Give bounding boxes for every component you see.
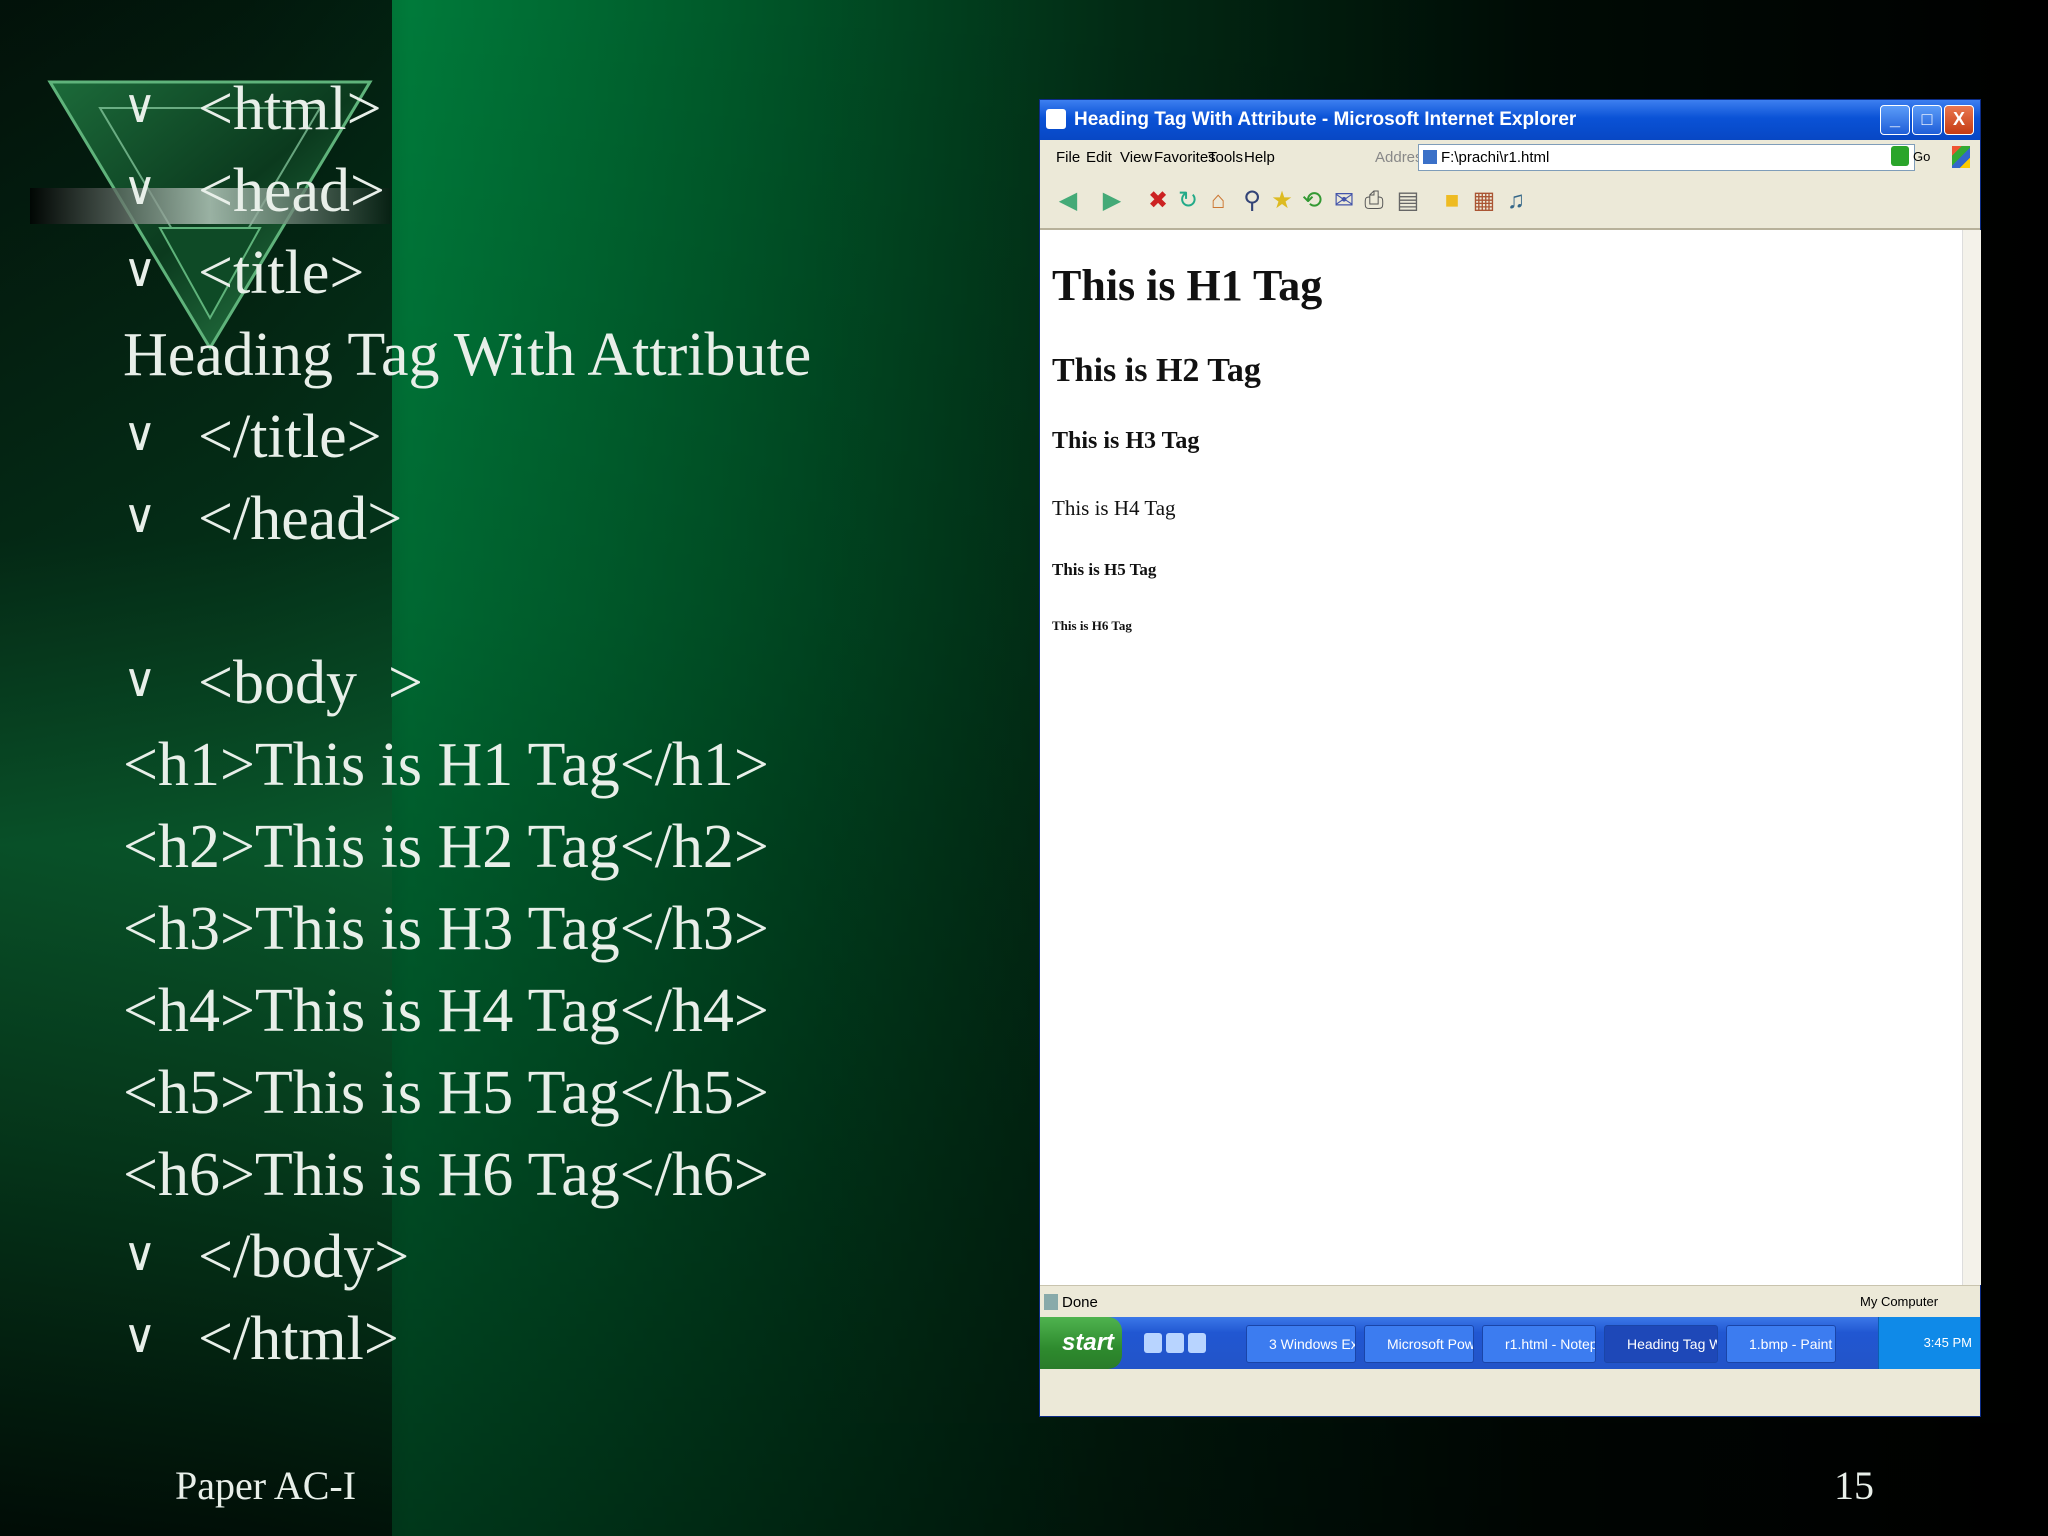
bullet-chevron-icon: ∨ bbox=[123, 490, 157, 542]
code-line: <h5>This is H5 Tag</h5> bbox=[123, 1062, 769, 1124]
status-bar: Done My Computer bbox=[1040, 1285, 1980, 1318]
media-icon[interactable]: ♫ bbox=[1502, 187, 1530, 215]
code-line: ∨ </head> bbox=[123, 488, 402, 550]
taskbar-item-notepad[interactable]: r1.html - Notepad bbox=[1482, 1325, 1596, 1363]
quicklaunch-desktop-icon[interactable] bbox=[1166, 1333, 1184, 1353]
page-status-icon bbox=[1044, 1294, 1058, 1310]
code-line: <h1>This is H1 Tag</h1> bbox=[123, 734, 769, 796]
code-line: <h3>This is H3 Tag</h3> bbox=[123, 898, 769, 960]
menu-view[interactable]: View bbox=[1120, 149, 1152, 166]
mail-icon[interactable]: ✉ bbox=[1330, 187, 1358, 215]
taskbar-item-powerpoint[interactable]: Microsoft Power... bbox=[1364, 1325, 1474, 1363]
code-line: ∨ <head> bbox=[123, 160, 385, 222]
page-content-area: This is H1 Tag This is H2 Tag This is H3… bbox=[1040, 230, 1962, 1285]
window-title: Heading Tag With Attribute - Microsoft I… bbox=[1074, 109, 1577, 130]
code-line-text: <h2>This is H2 Tag</h2> bbox=[123, 813, 769, 881]
ie-page-icon bbox=[1046, 109, 1066, 129]
minimize-button[interactable]: _ bbox=[1880, 105, 1910, 135]
bullet-chevron-icon: ∨ bbox=[123, 1228, 157, 1280]
slide-number: 15 bbox=[1834, 1463, 1874, 1508]
code-line-text: </body> bbox=[198, 1223, 410, 1291]
code-line-text: <title> bbox=[198, 239, 365, 307]
code-line-text: <h1>This is H1 Tag</h1> bbox=[123, 731, 769, 799]
code-line-text: <h6>This is H6 Tag</h6> bbox=[123, 1141, 769, 1209]
folder-icon[interactable]: ■ bbox=[1438, 187, 1466, 215]
menu-edit[interactable]: Edit bbox=[1086, 149, 1112, 166]
code-line: ∨ <html> bbox=[123, 78, 382, 140]
system-tray-clock[interactable]: 3:45 PM bbox=[1878, 1317, 1980, 1369]
code-line-text: <h5>This is H5 Tag</h5> bbox=[123, 1059, 769, 1127]
bullet-chevron-icon: ∨ bbox=[123, 1310, 157, 1362]
rendered-h1: This is H1 Tag bbox=[1052, 261, 1323, 310]
go-arrow-icon[interactable] bbox=[1891, 146, 1909, 166]
start-button[interactable]: start bbox=[1040, 1317, 1122, 1369]
menu-help[interactable]: Help bbox=[1244, 149, 1275, 166]
window-title-bar[interactable]: Heading Tag With Attribute - Microsoft I… bbox=[1040, 100, 1980, 140]
history-icon[interactable]: ⟲ bbox=[1298, 187, 1326, 215]
rendered-h3: This is H3 Tag bbox=[1052, 428, 1200, 454]
code-line-text: </html> bbox=[198, 1305, 399, 1373]
taskbar-item-paint[interactable]: 1.bmp - Paint bbox=[1726, 1325, 1836, 1363]
quicklaunch-ie-icon[interactable] bbox=[1144, 1333, 1162, 1353]
taskbar-item-ie[interactable]: Heading Tag Wit... bbox=[1604, 1325, 1718, 1363]
maximize-button[interactable]: □ bbox=[1912, 105, 1942, 135]
code-line-text: <head> bbox=[198, 157, 385, 225]
bullet-chevron-icon: ∨ bbox=[123, 162, 157, 214]
rendered-h2: This is H2 Tag bbox=[1052, 352, 1261, 389]
favorites-icon[interactable]: ★ bbox=[1268, 187, 1296, 215]
code-line: <h2>This is H2 Tag</h2> bbox=[123, 816, 769, 878]
status-text: Done bbox=[1062, 1294, 1098, 1311]
code-line: ∨ </title> bbox=[123, 406, 382, 468]
refresh-icon[interactable]: ↻ bbox=[1174, 187, 1202, 215]
code-line: ∨ <title> bbox=[123, 242, 364, 304]
bullet-chevron-icon: ∨ bbox=[123, 244, 157, 296]
quicklaunch-media-icon[interactable] bbox=[1188, 1333, 1206, 1353]
ie-browser-window: Heading Tag With Attribute - Microsoft I… bbox=[1040, 100, 1981, 1416]
menu-favorites[interactable]: Favorites bbox=[1154, 149, 1216, 166]
code-line: ∨ </body> bbox=[123, 1226, 409, 1288]
address-value: F:\prachi\r1.html bbox=[1441, 149, 1550, 166]
back-icon[interactable]: ◀ bbox=[1054, 187, 1082, 215]
rendered-h5: This is H5 Tag bbox=[1052, 560, 1157, 579]
menu-file[interactable]: File bbox=[1056, 149, 1080, 166]
code-line-text: <html> bbox=[198, 75, 382, 143]
code-line-text: <h4>This is H4 Tag</h4> bbox=[123, 977, 769, 1045]
footer-course-label: Paper AC-I bbox=[175, 1463, 357, 1508]
windows-logo-icon bbox=[1952, 146, 1970, 168]
messenger-icon[interactable]: ▦ bbox=[1470, 187, 1498, 215]
security-zone: My Computer bbox=[1860, 1294, 1939, 1309]
code-line: ∨ <body > bbox=[123, 652, 423, 714]
page-icon bbox=[1423, 150, 1437, 164]
menu-bar: File Edit View Favorites Tools Help Addr… bbox=[1040, 140, 1980, 175]
code-line-text: </head> bbox=[198, 485, 403, 553]
stop-icon[interactable]: ✖ bbox=[1144, 187, 1172, 215]
vertical-scrollbar[interactable] bbox=[1962, 230, 1981, 1285]
code-line-text: <h3>This is H3 Tag</h3> bbox=[123, 895, 769, 963]
code-line-text: Heading Tag With Attribute bbox=[123, 321, 812, 389]
windows-taskbar: start 3 Windows Ex... Microsoft Power...… bbox=[1040, 1317, 1980, 1369]
print-icon[interactable]: ⎙ bbox=[1360, 187, 1388, 215]
taskbar-item-explorer[interactable]: 3 Windows Ex... bbox=[1246, 1325, 1356, 1363]
edit-icon[interactable]: ▤ bbox=[1394, 187, 1422, 215]
forward-icon[interactable]: ▶ bbox=[1098, 187, 1126, 215]
home-icon[interactable]: ⌂ bbox=[1204, 187, 1232, 215]
code-line: ∨ </html> bbox=[123, 1308, 399, 1370]
code-line: <h6>This is H6 Tag</h6> bbox=[123, 1144, 769, 1206]
code-line-text: <body > bbox=[198, 649, 423, 717]
bullet-chevron-icon: ∨ bbox=[123, 654, 157, 706]
code-line: <h4>This is H4 Tag</h4> bbox=[123, 980, 769, 1042]
rendered-h6: This is H6 Tag bbox=[1052, 618, 1132, 633]
go-button[interactable]: Go bbox=[1913, 149, 1930, 164]
standard-toolbar: ◀ ▶ ✖ ↻ ⌂ ⚲ ★ ⟲ ✉ ⎙ ▤ ■ ▦ ♫ bbox=[1040, 174, 1980, 230]
rendered-h4: This is H4 Tag bbox=[1052, 496, 1176, 520]
bullet-chevron-icon: ∨ bbox=[123, 80, 157, 132]
menu-tools[interactable]: Tools bbox=[1208, 149, 1243, 166]
close-button[interactable]: X bbox=[1944, 105, 1974, 135]
code-line-text: </title> bbox=[198, 403, 382, 471]
bullet-chevron-icon: ∨ bbox=[123, 408, 157, 460]
address-input[interactable]: F:\prachi\r1.html ▼ bbox=[1418, 144, 1915, 171]
code-line: Heading Tag With Attribute bbox=[123, 324, 811, 386]
search-icon[interactable]: ⚲ bbox=[1238, 187, 1266, 215]
